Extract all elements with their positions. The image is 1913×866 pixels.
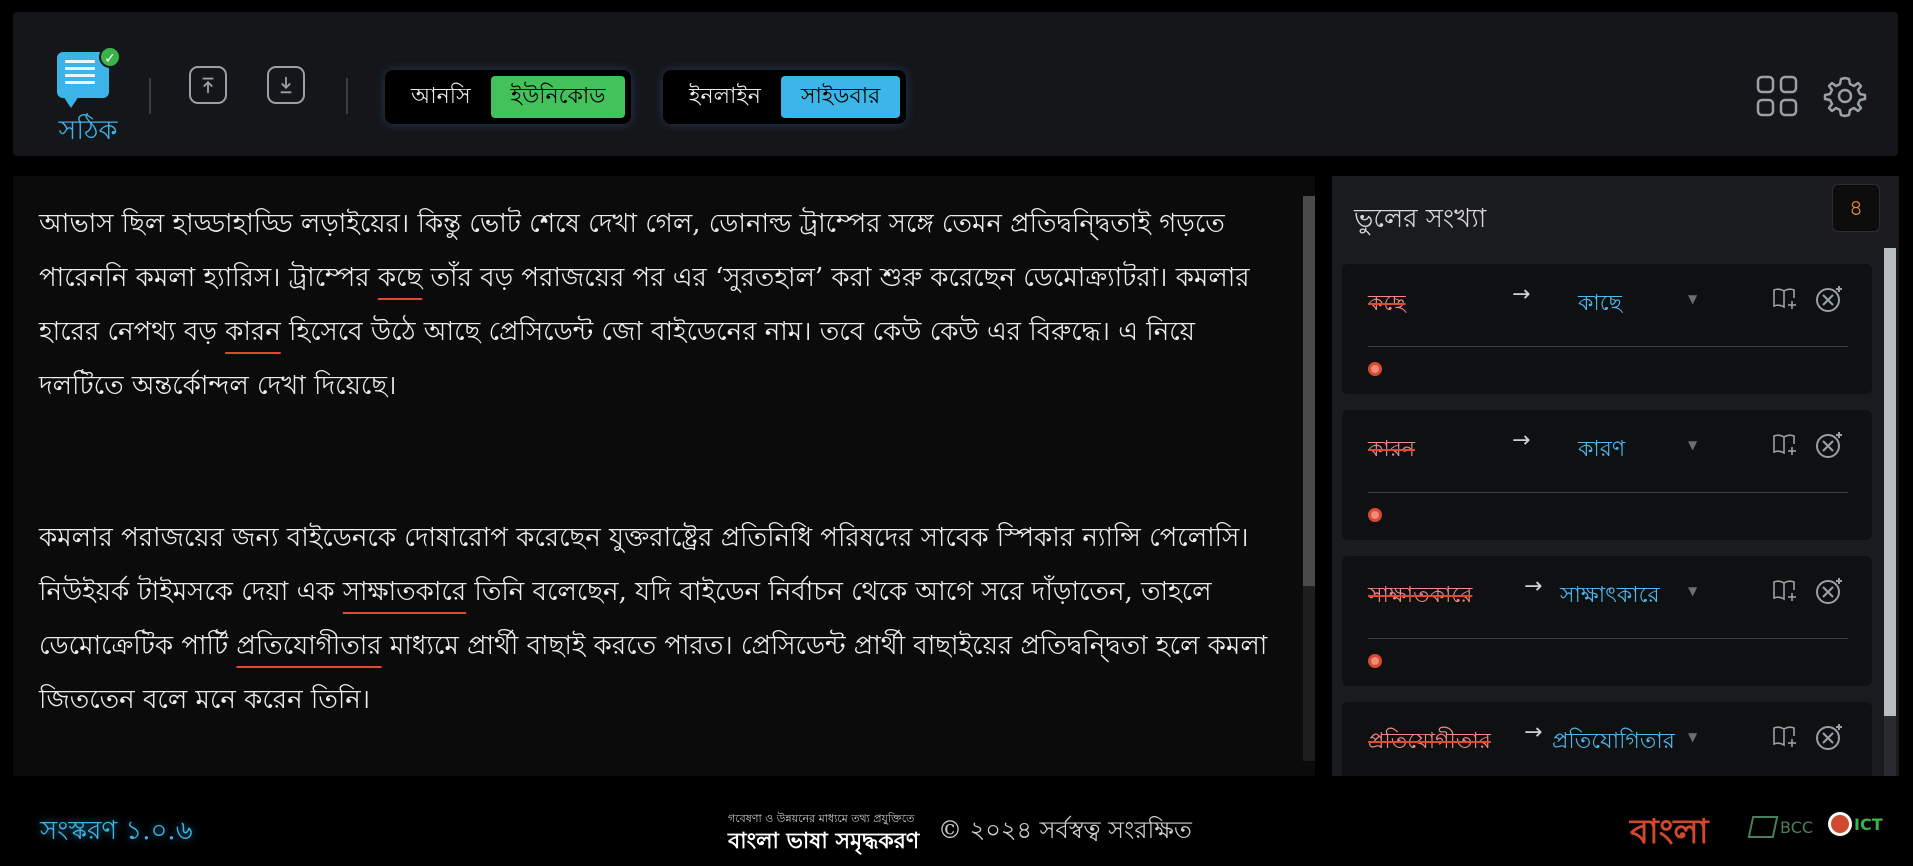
ansi-option[interactable]: আনসি [391, 76, 491, 118]
ignore-icon[interactable] [1814, 430, 1844, 460]
add-to-dictionary-icon[interactable] [1772, 724, 1798, 748]
encoding-toggle: আনসি ইউনিকোড [385, 70, 632, 124]
error-word-3[interactable]: সাক্ষাতকারে [343, 577, 466, 607]
chevron-down-icon[interactable]: ▼ [1688, 292, 1697, 306]
text-editor[interactable]: আভাস ছিল হাড্ডাহাড্ডি লড়াইয়ের। কিন্তু … [13, 176, 1315, 776]
bcc-logo: BCC [1747, 816, 1813, 838]
grid-icon[interactable] [1755, 74, 1799, 118]
version-label: সংস্করণ ১.০.৬ [40, 816, 193, 846]
check-icon: ✓ [99, 46, 121, 68]
view-toggle: ইনলাইন সাইডবার [663, 70, 907, 124]
sidebar-scrollbar-thumb[interactable] [1884, 248, 1896, 716]
divider [149, 78, 151, 114]
error-card[interactable]: কছে → কাছে ▼ [1342, 264, 1872, 394]
suggestion-word[interactable]: প্রতিযোগিতার [1552, 724, 1675, 761]
download-icon [280, 76, 292, 94]
add-to-dictionary-icon[interactable] [1772, 578, 1798, 602]
suggestion-word[interactable]: কারণ [1578, 432, 1625, 469]
error-card[interactable]: প্রতিযোগীতার → প্রতিযোগিতার ▼ [1342, 702, 1872, 776]
download-button[interactable] [267, 66, 305, 104]
add-to-dictionary-icon[interactable] [1772, 432, 1798, 456]
paragraph-2: কমলার পরাজয়ের জন্য বাইডেনকে দোষারোপ করে… [39, 523, 1268, 715]
error-word-2[interactable]: কারন [225, 317, 281, 347]
error-word-4[interactable]: প্রতিযোগীতার [236, 631, 381, 661]
app-logo[interactable]: ✓ সঠিক [43, 38, 123, 148]
sidebar-option[interactable]: সাইডবার [780, 76, 901, 118]
wrong-word: কারন [1368, 437, 1416, 462]
gear-icon[interactable] [1823, 74, 1867, 118]
wrong-word: সাক্ষাতকারে [1368, 583, 1473, 608]
inline-option[interactable]: ইনলাইন [669, 76, 781, 118]
upload-icon [202, 77, 214, 94]
arrow-icon: → [1524, 720, 1543, 745]
error-card[interactable]: কারন → কারণ ▼ [1342, 410, 1872, 540]
top-toolbar: ✓ সঠিক আনসি ইউনিকোড ইনলাইন সাইডবার [13, 12, 1898, 156]
chevron-down-icon[interactable]: ▼ [1688, 730, 1697, 744]
status-dot [1368, 654, 1382, 668]
ignore-icon[interactable] [1814, 722, 1844, 752]
wrong-word: কছে [1368, 291, 1406, 316]
upload-button[interactable] [189, 66, 227, 104]
brand-name: বাংলা ভাষা সমৃদ্ধকরণ [728, 828, 920, 854]
ignore-icon[interactable] [1814, 284, 1844, 314]
status-dot [1368, 508, 1382, 522]
ict-division-logo: ICT [1828, 812, 1883, 836]
divider [346, 78, 348, 114]
error-count-label: ভুলের সংখ্যা [1354, 204, 1487, 234]
chevron-down-icon[interactable]: ▼ [1688, 584, 1697, 598]
editor-scrollbar-thumb[interactable] [1303, 196, 1315, 586]
wrong-word: প্রতিযোগীতার [1368, 729, 1491, 754]
status-dot [1368, 362, 1382, 376]
chevron-down-icon[interactable]: ▼ [1688, 438, 1697, 452]
error-word-1[interactable]: কছে [378, 263, 422, 293]
suggestion-word[interactable]: সাক্ষাৎকারে [1560, 578, 1660, 615]
unicode-option[interactable]: ইউনিকোড [490, 76, 626, 118]
paragraph-1: আভাস ছিল হাড্ডাহাড্ডি লড়াইয়ের। কিন্তু … [39, 209, 1250, 401]
error-sidebar: ভুলের সংখ্যা ৪ কছে → কাছে ▼ কারন → কারণ … [1332, 176, 1899, 776]
app-logo-text: সঠিক [58, 115, 118, 146]
add-to-dictionary-icon[interactable] [1772, 286, 1798, 310]
error-card[interactable]: সাক্ষাতকারে → সাক্ষাৎকারে ▼ [1342, 556, 1872, 686]
arrow-icon: → [1512, 282, 1531, 307]
error-count-badge: ৪ [1832, 184, 1880, 232]
arrow-icon: → [1524, 574, 1543, 599]
suggestion-word[interactable]: কাছে [1578, 286, 1622, 323]
bangla-logo: বাংলা [1630, 812, 1709, 852]
arrow-icon: → [1512, 428, 1531, 453]
copyright-text: © ২০২৪ সর্বস্বত্ব সংরক্ষিত [938, 816, 1192, 844]
ignore-icon[interactable] [1814, 576, 1844, 606]
